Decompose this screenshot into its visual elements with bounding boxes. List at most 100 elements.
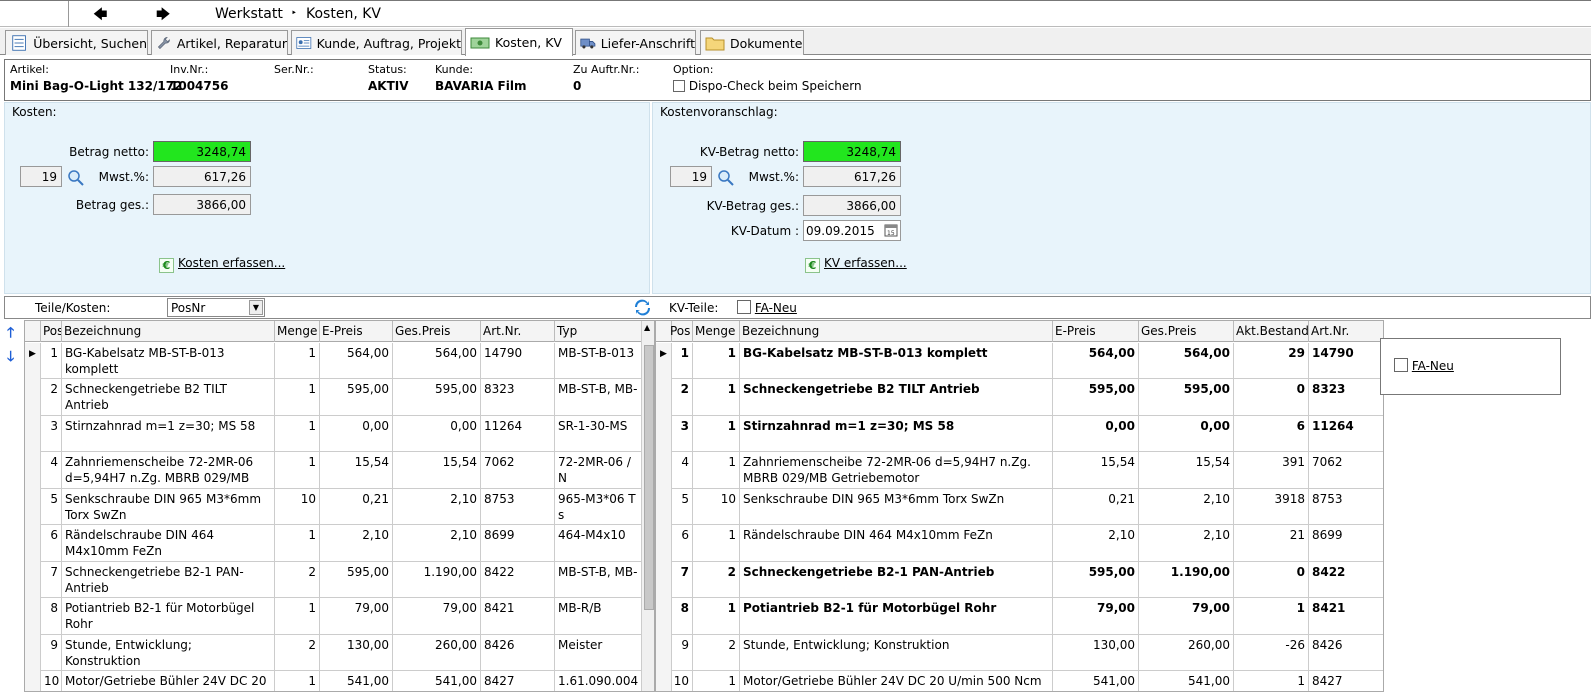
dispo-check-checkbox[interactable]	[673, 80, 685, 92]
tab-artikel-reparatur[interactable]: Artikel, Reparatur	[151, 30, 288, 55]
kv-betrag-netto-label: KV-Betrag netto:	[699, 145, 799, 159]
table-cell: Meister	[555, 635, 645, 671]
kv-mwst-field[interactable]: 617,26	[803, 166, 901, 187]
scroll-up-icon[interactable]: ▲	[644, 323, 650, 332]
table-row[interactable]: 10 Motor/Getriebe Bühler 24V DC 20 1 541,00…	[25, 671, 645, 691]
row-selector[interactable]	[25, 671, 41, 691]
fa-neu-popup-checkbox[interactable]	[1394, 358, 1408, 372]
refresh-icon[interactable]	[634, 299, 651, 316]
chevron-down-icon[interactable]: ▼	[249, 300, 263, 315]
table-row[interactable]: 3 1 Stirnzahnrad m=1 z=30; MS 58 0,00 0,00 6 1…	[656, 416, 1383, 452]
table-row[interactable]: 7 2 Schneckengetriebe B2-1 PAN-Antrieb 595,…	[656, 562, 1383, 598]
column-header[interactable]: Menge	[693, 321, 740, 342]
betrag-netto-field[interactable]: 3248,74	[153, 141, 251, 162]
table-row[interactable]: 2 Schneckengetriebe B2 TILT Antrieb 1 595,0…	[25, 379, 645, 416]
column-header[interactable]: Art.Nr.	[481, 321, 555, 342]
table-cell: 1	[275, 598, 320, 635]
table-row[interactable]: 9 Stunde, Entwicklung; Konstruktion 2 130,0…	[25, 635, 645, 671]
row-selector[interactable]	[25, 489, 41, 525]
table-cell: 7	[668, 562, 693, 598]
table-row[interactable]: ▶ 1 BG-Kabelsatz MB-ST-B-013 komplett 1 564,…	[25, 343, 645, 379]
table-row[interactable]: 7 Schneckengetriebe B2-1 PAN-Antrieb 2 595,…	[25, 562, 645, 598]
row-selector[interactable]	[25, 635, 41, 671]
table-row[interactable]: 8 1 Potiantrieb B2-1 für Motorbügel Rohr 79…	[656, 598, 1383, 635]
table-cell: 5	[41, 489, 62, 525]
calendar-icon[interactable]: 15	[884, 223, 898, 237]
arrow-left-icon[interactable]: 🡄	[93, 4, 107, 28]
tab-kosten-kv[interactable]: Kosten, KV	[465, 28, 573, 56]
column-header[interactable]: Typ	[555, 321, 645, 342]
column-header[interactable]: Bezeichnung	[740, 321, 1053, 342]
magnifier-icon[interactable]	[717, 169, 734, 186]
mwst-field[interactable]: 617,26	[153, 166, 251, 187]
table-row[interactable]: 5 10 Senkschraube DIN 965 M3*6mm Torx SwZn…	[656, 489, 1383, 525]
truck-icon	[580, 38, 596, 49]
table-cell: 2	[41, 379, 62, 416]
table-row[interactable]: 5 Senkschraube DIN 965 M3*6mm Torx SwZn 10…	[25, 489, 645, 525]
header-selector	[25, 321, 41, 342]
table-row[interactable]: 10 1 Motor/Getriebe Bühler 24V DC 20 U/min…	[656, 671, 1383, 691]
column-header[interactable]: Pos	[668, 321, 693, 342]
move-up-icon[interactable]: 🡑	[7, 322, 14, 346]
row-selector[interactable]	[25, 562, 41, 598]
column-header[interactable]: Akt.Bestand	[1234, 321, 1309, 342]
fa-neu-option[interactable]: FA-Neu	[737, 300, 797, 315]
tab-kunde-auftrag-projekt[interactable]: Kunde, Auftrag, Projekt	[291, 30, 462, 55]
column-header[interactable]: Menge	[275, 321, 320, 342]
fa-neu-checkbox[interactable]	[737, 300, 751, 314]
sort-select[interactable]: PosNr ▼	[167, 298, 265, 317]
kosten-erfassen-link[interactable]: € Kosten erfassen...	[159, 256, 285, 273]
row-selector[interactable]	[25, 452, 41, 489]
table-cell: 2,10	[1139, 489, 1234, 525]
kv-betrag-ges-field[interactable]: 3866,00	[803, 195, 901, 216]
fa-neu-popup-option[interactable]: FA-Neu	[1394, 358, 1454, 373]
column-header[interactable]: Ges.Preis	[393, 321, 481, 342]
table-cell: 2	[275, 635, 320, 671]
mwst-rate-field[interactable]: 19	[20, 166, 62, 187]
column-header[interactable]: Bezeichnung	[62, 321, 275, 342]
table-cell: 8753	[1309, 489, 1383, 525]
table-row[interactable]: 2 1 Schneckengetriebe B2 TILT Antrieb 595,0…	[656, 379, 1383, 416]
magnifier-icon[interactable]	[67, 169, 84, 186]
column-header[interactable]: Ges.Preis	[1139, 321, 1234, 342]
betrag-ges-field[interactable]: 3866,00	[153, 194, 251, 215]
table-row[interactable]: 8 Potiantrieb B2-1 für Motorbügel Rohr 1 79…	[25, 598, 645, 635]
table-row[interactable]: 9 2 Stunde, Entwicklung; Konstruktion 130,0…	[656, 635, 1383, 671]
column-header[interactable]: Art.Nr.	[1309, 321, 1383, 342]
table-row[interactable]: 4 1 Zahnriemenscheibe 72-2MR-06 d=5,94H7 n…	[656, 452, 1383, 489]
kosten-grid-scrollbar[interactable]: ▲	[641, 321, 654, 691]
breadcrumb-werkstatt[interactable]: Werkstatt	[215, 6, 283, 22]
row-selector[interactable]	[25, 379, 41, 416]
table-cell: 2	[693, 562, 740, 598]
row-selector[interactable]	[25, 416, 41, 452]
svg-text:15: 15	[887, 230, 895, 237]
dispo-check-option[interactable]: Dispo-Check beim Speichern	[673, 79, 862, 93]
table-cell: 8753	[481, 489, 555, 525]
kv-mwst-rate-field[interactable]: 19	[670, 166, 712, 187]
move-down-icon[interactable]: 🡓	[7, 346, 14, 370]
tab-dokumente[interactable]: Dokumente	[700, 30, 804, 55]
scrollbar-thumb[interactable]	[644, 345, 654, 610]
table-row[interactable]: ▶ 1 1 BG-Kabelsatz MB-ST-B-013 komplett 564,…	[656, 343, 1383, 379]
table-cell: 1.190,00	[393, 562, 481, 598]
kv-erfassen-link[interactable]: € KV erfassen...	[805, 256, 907, 273]
column-header[interactable]: E-Preis	[1053, 321, 1139, 342]
kv-betrag-netto-field[interactable]: 3248,74	[803, 141, 901, 162]
column-header[interactable]: Pos	[41, 321, 62, 342]
table-row[interactable]: 3 Stirnzahnrad m=1 z=30; MS 58 1 0,00 0,00 11…	[25, 416, 645, 452]
row-selector[interactable]	[25, 598, 41, 635]
table-row[interactable]: 6 1 Rändelschraube DIN 464 M4x10mm FeZn 2,1…	[656, 525, 1383, 562]
table-row[interactable]: 6 Rändelschraube DIN 464 M4x10mm FeZn 1 2,1…	[25, 525, 645, 562]
row-selector[interactable]	[25, 525, 41, 562]
current-row-indicator[interactable]: ▶	[25, 343, 41, 379]
tab-uebersicht[interactable]: Übersicht, Suchen	[5, 30, 148, 55]
table-cell: 8323	[1309, 379, 1383, 416]
table-cell: Stunde, Entwicklung; Konstruktion	[62, 635, 275, 671]
column-header[interactable]: E-Preis	[320, 321, 393, 342]
tab-liefer-anschrift[interactable]: Liefer-Anschrift	[575, 30, 696, 55]
table-cell: Stirnzahnrad m=1 z=30; MS 58	[740, 416, 1053, 452]
arrow-right-icon[interactable]: 🡆	[156, 4, 170, 28]
table-cell: BG-Kabelsatz MB-ST-B-013 komplett	[62, 343, 275, 379]
table-row[interactable]: 4 Zahnriemenscheibe 72-2MR-06 d=5,94H7 n.…	[25, 452, 645, 489]
table-cell: 595,00	[1053, 379, 1139, 416]
